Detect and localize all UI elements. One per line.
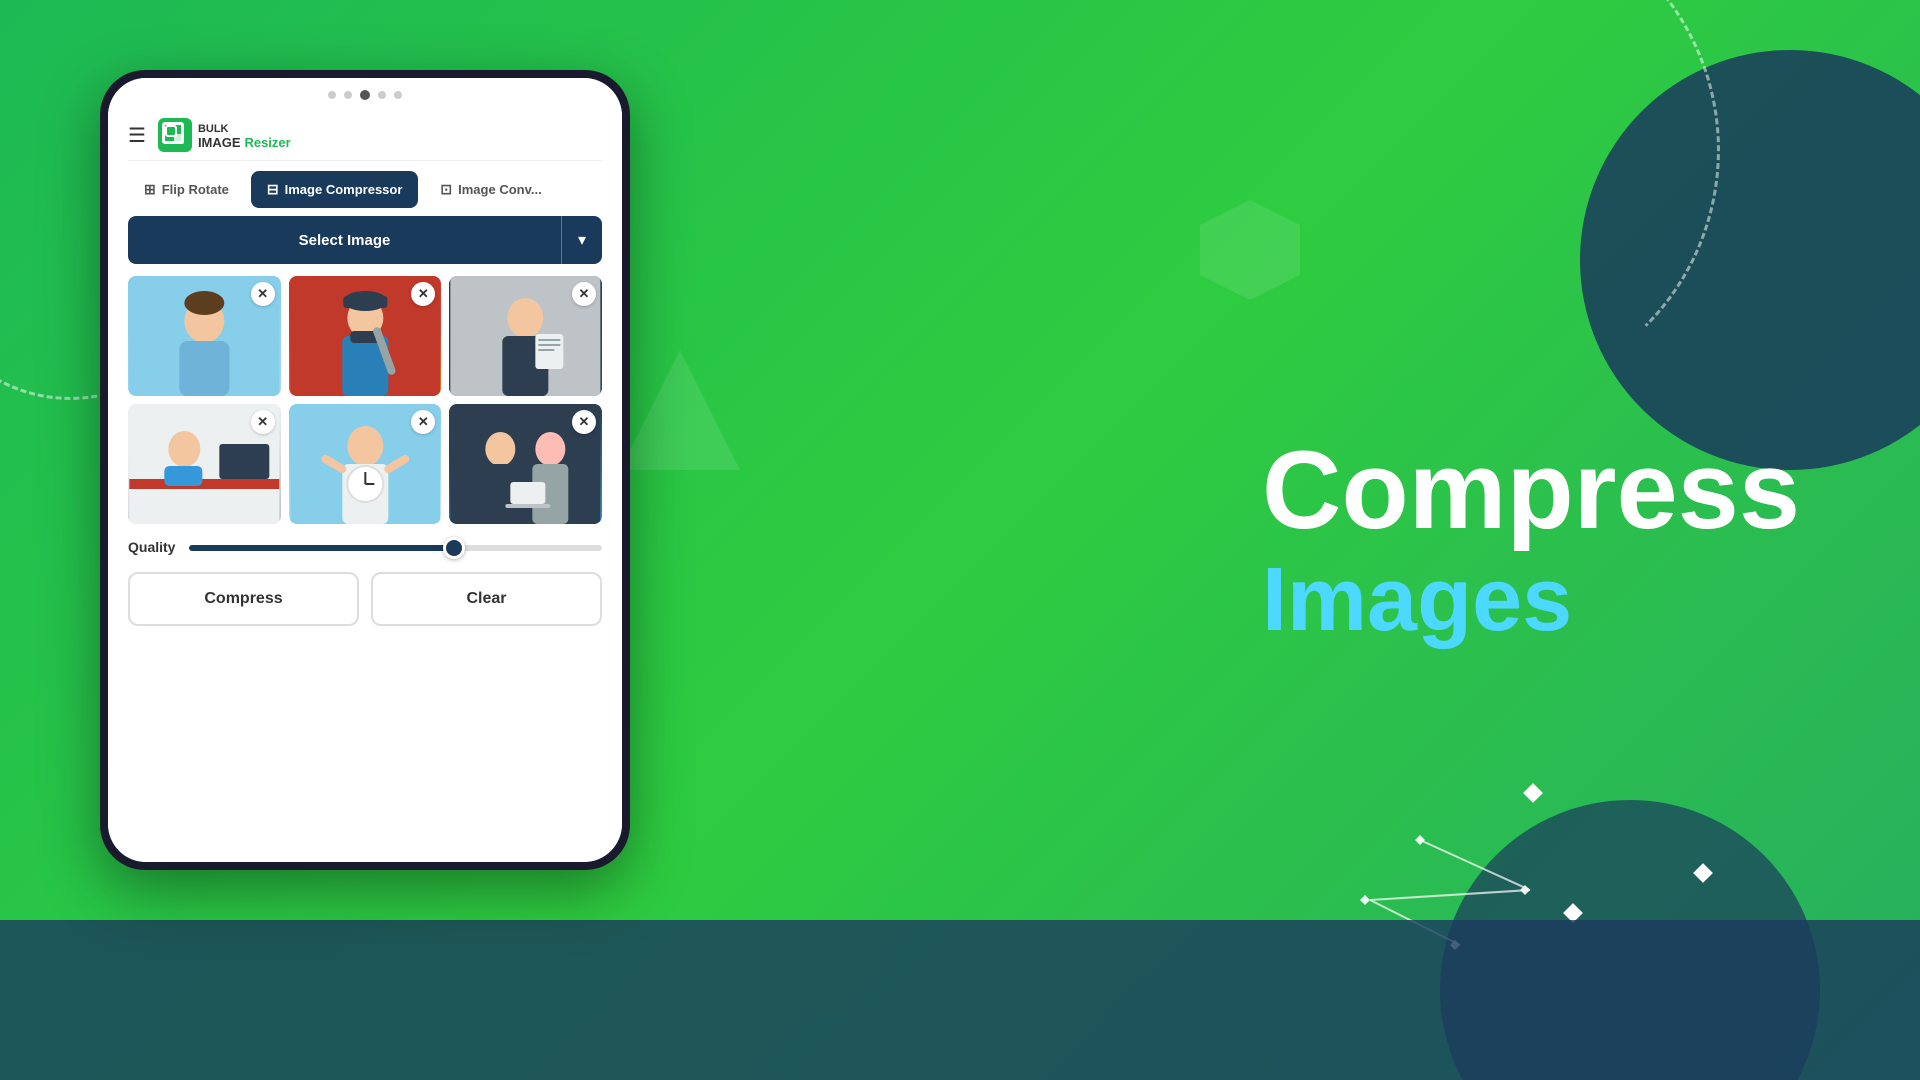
close-button-1[interactable]: ✕ [251,282,275,306]
quality-row: Quality [128,538,602,556]
hero-line1: Compress [1262,430,1800,551]
select-image-button[interactable]: Select Image [128,216,561,264]
image-cell-4: ✕ [128,404,281,524]
hamburger-menu-icon[interactable]: ☰ [128,123,146,148]
tablet-dot-1 [328,91,336,99]
quality-slider[interactable] [189,545,602,551]
image-cell-6: ✕ [449,404,602,524]
triangle-shape-mid [620,350,740,470]
tablet-screen: ☰ BULK [108,78,622,862]
image-grid: ✕ [128,276,602,524]
nav-tabs: ⊞ Flip Rotate ⊟ Image Compressor ⊡ Image… [128,161,602,216]
tablet-device: ☰ BULK [100,30,630,1050]
tab-image-compressor[interactable]: ⊟ Image Compressor [251,171,419,208]
action-buttons: Compress Clear [128,572,602,626]
logo-icon [158,118,192,152]
tablet-topbar [108,78,622,108]
image-cell-3: ✕ [449,276,602,396]
close-button-6[interactable]: ✕ [572,410,596,434]
app-header: ☰ BULK [128,108,602,161]
select-image-row: Select Image ▾ [128,216,602,264]
close-button-3[interactable]: ✕ [572,282,596,306]
quality-label: Quality [128,539,175,555]
image-cell-1: ✕ [128,276,281,396]
dropdown-chevron-icon: ▾ [578,232,586,249]
compressor-icon: ⊟ [267,181,279,198]
tab-flip-rotate[interactable]: ⊞ Flip Rotate [128,171,245,208]
tab-compressor-label: Image Compressor [285,182,403,197]
tablet-dot-3 [378,91,386,99]
hero-line2: Images [1262,551,1800,650]
logo-image-text: IMAGE [198,135,241,150]
tab-flip-rotate-label: Flip Rotate [162,182,229,197]
compress-button[interactable]: Compress [128,572,359,626]
select-image-dropdown-button[interactable]: ▾ [561,216,602,264]
logo-resizer-text: Resizer [244,135,290,150]
image-cell-2: ✕ [289,276,442,396]
logo-area: BULK IMAGE Resizer [158,118,291,152]
tablet-frame: ☰ BULK [100,70,630,870]
image-cell-5: ✕ [289,404,442,524]
tablet-dot-2 [344,91,352,99]
tab-image-converter[interactable]: ⊡ Image Conv... [424,171,557,208]
flip-rotate-icon: ⊞ [144,181,156,198]
app-content: ☰ BULK [108,108,622,862]
logo-bulk-text: BULK [198,123,229,135]
quality-slider-container [189,538,602,556]
close-button-4[interactable]: ✕ [251,410,275,434]
tablet-camera [360,90,370,100]
tablet-dot-4 [394,91,402,99]
diamond-deco-1 [1523,783,1543,803]
tab-converter-label: Image Conv... [458,182,542,197]
hero-text-block: Compress Images [1262,430,1800,650]
converter-icon: ⊡ [440,181,452,198]
logo-text: BULK IMAGE Resizer [198,120,291,151]
clear-button[interactable]: Clear [371,572,602,626]
logo-svg [165,125,185,145]
